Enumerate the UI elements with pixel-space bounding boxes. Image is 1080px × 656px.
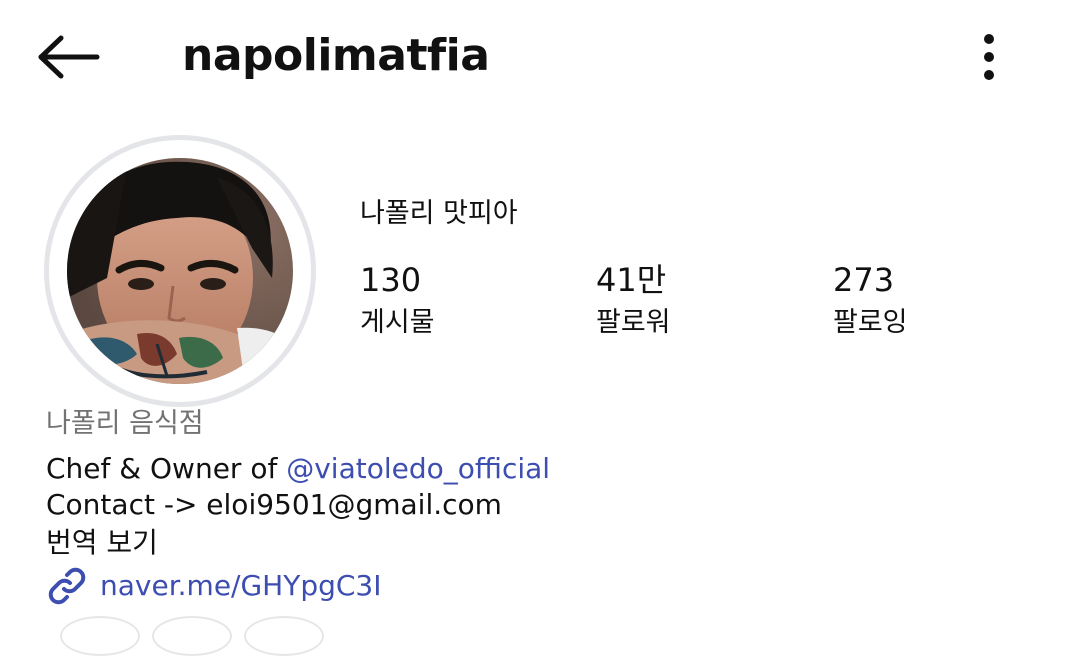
arrow-left-icon [38,35,100,79]
translate-link[interactable]: 번역 보기 [46,524,158,562]
stat-following-value: 273 [833,261,895,299]
story-highlights-strip [60,612,460,656]
profile-category: 나폴리 음식점 [46,408,204,439]
mention-link[interactable]: @viatoledo_official [286,452,550,485]
avatar-image [67,158,293,384]
bio-line-2: Contact -> eloi9501@gmail.com [46,488,502,521]
highlight-circle[interactable] [244,616,324,656]
stat-posts[interactable]: 130 게시물 [360,258,435,344]
profile-avatar-ring[interactable] [44,135,316,407]
stat-following[interactable]: 273 팔로잉 [833,258,908,344]
profile-website-link[interactable]: naver.me/GHYpgC3I [46,564,382,608]
highlight-circle[interactable] [60,616,140,656]
display-name: 나폴리 맛피아 [360,198,518,229]
stat-following-label: 팔로잉 [833,307,908,338]
bio-owner-text: Chef & Owner of [46,452,287,485]
bio-line-1: Chef & Owner of @viatoledo_official [46,450,550,488]
website-link-text: naver.me/GHYpgC3I [100,569,382,602]
highlight-circle[interactable] [152,616,232,656]
profile-header: napolimatfia [0,0,1080,115]
profile-username: napolimatfia [182,30,490,81]
stat-followers[interactable]: 41만 팔로워 [596,258,671,344]
stat-followers-value: 41만 [596,261,667,299]
avatar [67,158,293,384]
stat-followers-label: 팔로워 [596,307,671,338]
stat-posts-label: 게시물 [360,307,435,338]
more-options-button[interactable] [962,24,1016,90]
back-button[interactable] [30,24,106,90]
more-vertical-icon [984,34,994,80]
stat-posts-value: 130 [360,261,422,299]
link-icon [48,567,86,605]
